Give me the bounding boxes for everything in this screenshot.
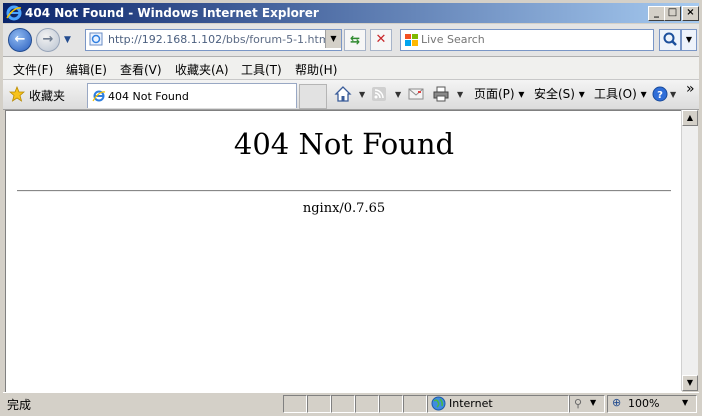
star-icon[interactable] bbox=[9, 86, 25, 102]
help-icon[interactable]: ? bbox=[651, 85, 669, 103]
ie-page-icon bbox=[92, 90, 106, 102]
refresh-button[interactable]: ⇆ bbox=[344, 29, 366, 51]
rss-feed-icon[interactable] bbox=[370, 85, 388, 103]
window-title: 404 Not Found - Windows Internet Explore… bbox=[25, 6, 319, 20]
tools-menu-label: 工具(O) bbox=[594, 87, 637, 101]
status-text: 完成 bbox=[7, 398, 32, 412]
home-dropdown[interactable]: ▼ bbox=[359, 90, 365, 99]
home-icon[interactable] bbox=[334, 85, 352, 103]
scroll-up-button[interactable]: ▲ bbox=[682, 110, 698, 126]
printer-icon[interactable] bbox=[432, 85, 450, 103]
address-dropdown-button[interactable]: ▼ bbox=[325, 30, 341, 48]
forward-button[interactable]: → bbox=[36, 28, 60, 52]
browser-tab[interactable]: 404 Not Found bbox=[87, 83, 297, 108]
minimize-button[interactable]: _ bbox=[648, 6, 665, 21]
title-bar: 404 Not Found - Windows Internet Explore… bbox=[3, 3, 699, 23]
vertical-scrollbar[interactable]: ▲ ▼ bbox=[681, 110, 698, 391]
page-menu-label: 页面(P) bbox=[474, 87, 515, 101]
navigation-bar: ← → ▼ http://192.168.1.102/bbs/forum-5-1… bbox=[3, 24, 699, 57]
menu-file[interactable]: 文件(F) bbox=[13, 61, 53, 78]
feeds-dropdown[interactable]: ▼ bbox=[395, 90, 401, 99]
search-button[interactable] bbox=[659, 29, 681, 51]
menu-edit[interactable]: 编辑(E) bbox=[66, 61, 107, 78]
status-panel bbox=[307, 395, 331, 413]
zoom-icon: ⊕ bbox=[612, 396, 622, 409]
favorites-tab-bar: 收藏夹 404 Not Found ▼ ▼ ▼ 页面(P) ▾ 安全(S) ▾ … bbox=[3, 80, 699, 110]
protected-mode-panel[interactable]: ⚲ ▼ bbox=[569, 395, 605, 413]
address-url[interactable]: http://192.168.1.102/bbs/forum-5-1.html bbox=[108, 33, 333, 46]
stop-button[interactable]: ✕ bbox=[370, 29, 392, 51]
svg-text:?: ? bbox=[657, 90, 663, 101]
pop-up-blocker-icon: ⚲ bbox=[574, 397, 583, 410]
maximize-button[interactable]: □ bbox=[664, 6, 681, 21]
tab-title: 404 Not Found bbox=[108, 90, 189, 103]
status-panel bbox=[379, 395, 403, 413]
forward-arrow-icon: → bbox=[42, 32, 54, 47]
page-content: 404 Not Found nginx/0.7.65 bbox=[5, 110, 682, 392]
close-button[interactable]: × bbox=[682, 6, 699, 21]
menu-tools[interactable]: 工具(T) bbox=[241, 61, 282, 78]
zoom-level: 100% bbox=[628, 397, 660, 410]
scroll-down-button[interactable]: ▼ bbox=[682, 375, 698, 391]
stop-icon: ✕ bbox=[375, 32, 387, 47]
globe-icon bbox=[431, 396, 446, 411]
search-input[interactable] bbox=[421, 31, 646, 48]
error-heading: 404 Not Found bbox=[233, 127, 455, 161]
server-signature: nginx/0.7.65 bbox=[302, 201, 386, 216]
refresh-icon: ⇆ bbox=[349, 33, 361, 47]
back-button[interactable]: ← bbox=[8, 28, 32, 52]
safety-menu-button[interactable]: 安全(S) ▾ bbox=[534, 85, 585, 103]
ie-page-icon bbox=[89, 32, 103, 46]
status-panel bbox=[403, 395, 427, 413]
url-path: /bbs/forum-5-1.html bbox=[222, 33, 333, 46]
menu-favorites[interactable]: 收藏夹(A) bbox=[175, 61, 229, 78]
browser-window: 404 Not Found - Windows Internet Explore… bbox=[0, 0, 702, 416]
live-search-logo-icon bbox=[405, 34, 418, 46]
tools-menu-button[interactable]: 工具(O) ▾ bbox=[594, 85, 647, 103]
zoom-dropdown[interactable]: ▼ bbox=[682, 398, 688, 407]
help-dropdown[interactable]: ▼ bbox=[670, 90, 676, 99]
toolbar-overflow-chevron[interactable]: » bbox=[686, 81, 695, 99]
url-host: http://192.168.1.102 bbox=[108, 33, 223, 46]
status-panel bbox=[331, 395, 355, 413]
magnifier-icon bbox=[663, 32, 677, 46]
page-menu-button[interactable]: 页面(P) ▾ bbox=[474, 85, 524, 103]
menu-bar: 文件(F) 编辑(E) 查看(V) 收藏夹(A) 工具(T) 帮助(H) bbox=[3, 57, 699, 80]
safety-menu-label: 安全(S) bbox=[534, 87, 575, 101]
search-box[interactable] bbox=[400, 29, 654, 51]
address-bar[interactable]: http://192.168.1.102/bbs/forum-5-1.html … bbox=[85, 29, 342, 51]
horizontal-rule bbox=[17, 190, 671, 192]
menu-view[interactable]: 查看(V) bbox=[120, 61, 162, 78]
ie-logo-icon bbox=[6, 5, 22, 21]
new-tab-button[interactable] bbox=[299, 84, 327, 109]
print-dropdown[interactable]: ▼ bbox=[457, 90, 463, 99]
search-options-dropdown[interactable]: ▼ bbox=[681, 29, 697, 51]
panel-dropdown[interactable]: ▼ bbox=[590, 398, 596, 407]
favorites-button[interactable]: 收藏夹 bbox=[29, 87, 65, 104]
back-arrow-icon: ← bbox=[14, 32, 26, 47]
recent-pages-dropdown[interactable]: ▼ bbox=[64, 35, 73, 45]
status-bar: 完成 Internet ⚲ ▼ ⊕ ▼ 100% bbox=[3, 392, 699, 414]
menu-help[interactable]: 帮助(H) bbox=[295, 61, 337, 78]
security-zone-label: Internet bbox=[449, 397, 493, 410]
status-panel bbox=[355, 395, 379, 413]
status-panel bbox=[283, 395, 307, 413]
mail-icon[interactable] bbox=[407, 85, 425, 103]
